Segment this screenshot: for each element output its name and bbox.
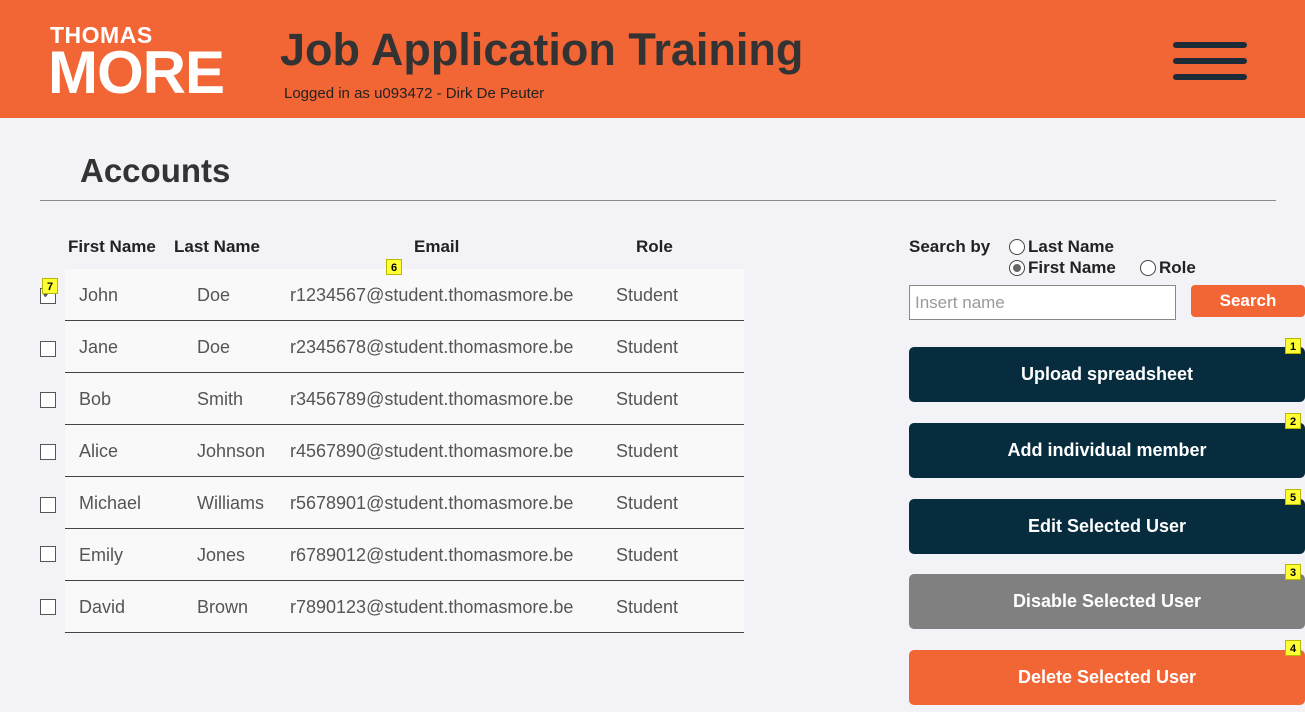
radio-button[interactable] (1009, 260, 1025, 276)
radio-label: Last Name (1028, 237, 1114, 256)
menu-bar-line (1173, 42, 1247, 48)
cell-role: Student (616, 493, 679, 513)
add-member-button[interactable]: Add individual member (909, 423, 1305, 478)
cell-last-name: Johnson (197, 441, 266, 461)
radio-button[interactable] (1140, 260, 1156, 276)
cell-role: Student (616, 597, 679, 617)
table-row[interactable]: Alice Johnson r4567890@student.thomasmor… (65, 425, 744, 477)
column-header-first-name: First Name (68, 237, 156, 256)
cell-first-name: Alice (79, 441, 119, 461)
annotation-badge: 3 (1285, 564, 1301, 580)
search-by-label: Search by (909, 237, 991, 256)
row-checkbox[interactable] (40, 392, 56, 408)
logo-text-bottom: MORE (48, 39, 225, 106)
thomas-more-logo[interactable]: THOMAS MORE (48, 22, 243, 106)
cell-first-name: Jane (79, 337, 119, 357)
cell-email: r7890123@student.thomasmore.be (290, 597, 574, 617)
cell-last-name: Williams (197, 493, 264, 513)
cell-email: r5678901@student.thomasmore.be (290, 493, 574, 513)
table-row[interactable]: Jane Doe r2345678@student.thomasmore.be … (65, 321, 744, 373)
radio-last-name[interactable]: Last Name (1009, 237, 1114, 257)
cell-email: r3456789@student.thomasmore.be (290, 389, 574, 409)
radio-label: Role (1159, 258, 1196, 277)
radio-label: First Name (1028, 258, 1116, 277)
cell-email: r4567890@student.thomasmore.be (290, 441, 574, 461)
radio-first-name[interactable]: First Name (1009, 258, 1116, 278)
cell-last-name: Doe (197, 285, 231, 305)
edit-user-button[interactable]: Edit Selected User (909, 499, 1305, 554)
annotation-badge: 7 (42, 278, 58, 294)
cell-role: Student (616, 389, 679, 409)
radio-button[interactable] (1009, 239, 1025, 255)
cell-first-name: Michael (79, 493, 142, 513)
cell-role: Student (616, 337, 679, 357)
hamburger-menu-icon[interactable] (1173, 42, 1247, 82)
cell-role: Student (616, 441, 679, 461)
annotation-badge: 1 (1285, 338, 1301, 354)
cell-role: Student (616, 545, 679, 565)
page-title: Accounts (80, 152, 231, 189)
column-header-last-name: Last Name (174, 237, 260, 256)
cell-first-name: David (79, 597, 126, 617)
cell-email: r2345678@student.thomasmore.be (290, 337, 574, 357)
search-button[interactable]: Search (1191, 285, 1305, 317)
title-divider (40, 200, 1276, 201)
app-header: THOMAS MORE Job Application Training Log… (0, 0, 1305, 118)
row-checkbox[interactable] (40, 444, 56, 460)
cell-last-name: Smith (197, 389, 244, 409)
row-checkbox[interactable] (40, 546, 56, 562)
row-checkbox[interactable] (40, 341, 56, 357)
table-row[interactable]: Michael Williams r5678901@student.thomas… (65, 477, 744, 529)
annotation-badge: 6 (386, 259, 402, 275)
cell-email: r6789012@student.thomasmore.be (290, 545, 574, 565)
cell-last-name: Jones (197, 545, 246, 565)
cell-email: r1234567@student.thomasmore.be (290, 285, 574, 305)
cell-last-name: Doe (197, 337, 231, 357)
search-input[interactable] (909, 285, 1176, 320)
annotation-badge: 5 (1285, 489, 1301, 505)
column-header-role: Role (636, 237, 673, 256)
cell-first-name: John (79, 285, 119, 305)
row-checkbox[interactable] (40, 497, 56, 513)
annotation-badge: 2 (1285, 413, 1301, 429)
cell-first-name: Bob (79, 389, 112, 409)
row-checkbox[interactable] (40, 599, 56, 615)
table-row[interactable]: John Doe r1234567@student.thomasmore.be … (65, 269, 744, 321)
table-row[interactable]: Bob Smith r3456789@student.thomasmore.be… (65, 373, 744, 425)
radio-role[interactable]: Role (1140, 258, 1196, 278)
disable-user-button[interactable]: Disable Selected User (909, 574, 1305, 629)
cell-first-name: Emily (79, 545, 123, 565)
annotation-badge: 4 (1285, 640, 1301, 656)
upload-spreadsheet-button[interactable]: Upload spreadsheet (909, 347, 1305, 402)
menu-bar-line (1173, 58, 1247, 64)
table-row[interactable]: David Brown r7890123@student.thomasmore.… (65, 581, 744, 633)
app-title: Job Application Training (280, 24, 804, 75)
cell-last-name: Brown (197, 597, 249, 617)
menu-bar-line (1173, 74, 1247, 80)
table-row[interactable]: Emily Jones r6789012@student.thomasmore.… (65, 529, 744, 581)
column-header-email: Email (414, 237, 460, 256)
delete-user-button[interactable]: Delete Selected User (909, 650, 1305, 705)
cell-role: Student (616, 285, 679, 305)
login-info: Logged in as u093472 - Dirk De Peuter (284, 85, 545, 102)
